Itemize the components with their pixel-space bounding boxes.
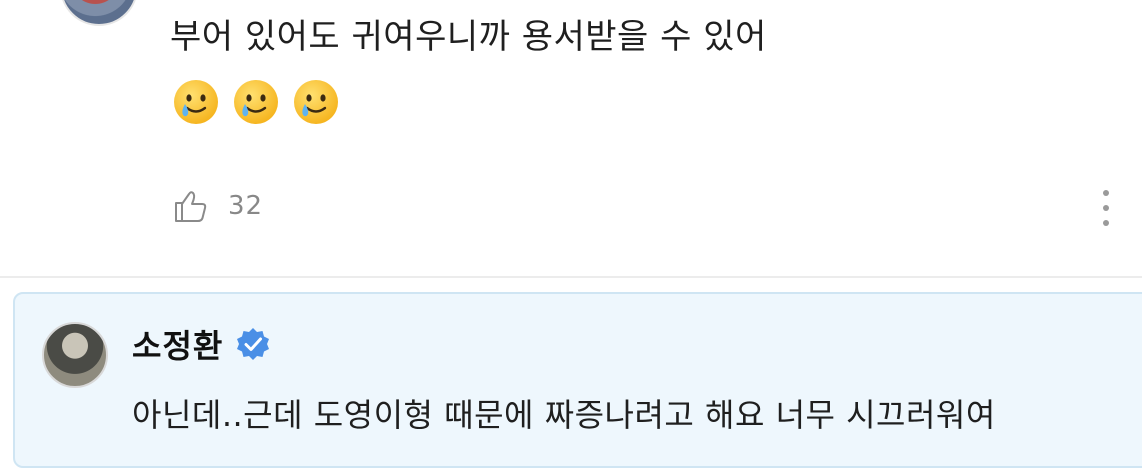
commenter-avatar[interactable]: [60, 0, 138, 26]
verified-badge-icon: [237, 328, 270, 360]
divider: [0, 276, 1142, 278]
like-row: 32: [170, 186, 263, 226]
reply-card: [13, 292, 1142, 468]
more-options-button[interactable]: [1096, 188, 1116, 228]
like-count: 32: [228, 191, 264, 221]
reply-author-row: 소정환: [132, 320, 271, 368]
dot-icon: [1103, 220, 1109, 226]
smiling-face-with-tear-icon: [174, 80, 218, 124]
comment-text: 부어 있어도 귀여우니까 용서받을 수 있어: [170, 17, 767, 57]
emoji-row: [172, 78, 340, 126]
dot-icon: [1103, 190, 1109, 196]
reply-author-avatar[interactable]: [42, 322, 108, 388]
smiling-face-with-tear-icon: [234, 80, 278, 124]
reply-text: 아닌데..근데 도영이형 때문에 짜증나려고 해요 너무 시끄러워여: [132, 396, 996, 434]
dot-icon: [1103, 205, 1109, 211]
thumbs-up-icon[interactable]: [170, 186, 210, 226]
reply-author-name[interactable]: 소정환: [132, 321, 223, 367]
smiling-face-with-tear-icon: [294, 80, 338, 124]
